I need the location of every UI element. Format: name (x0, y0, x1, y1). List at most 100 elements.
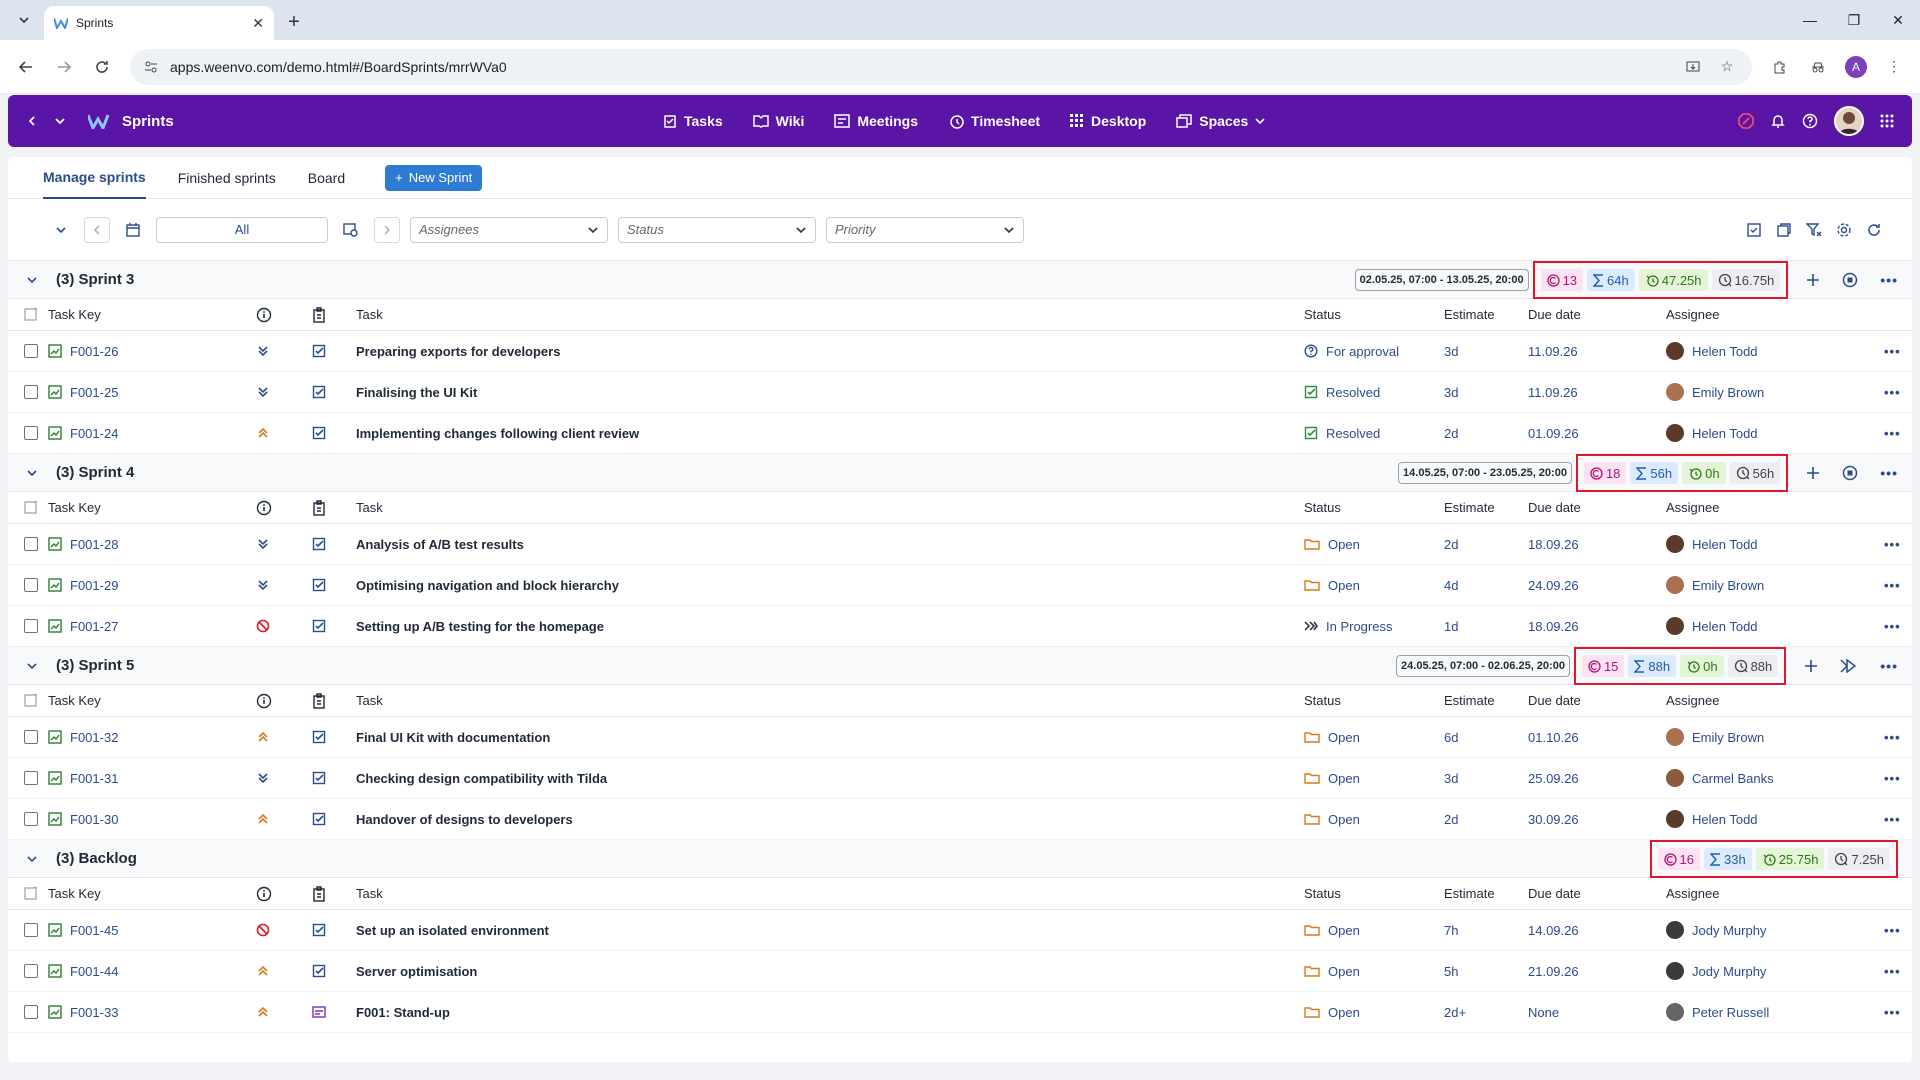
task-status[interactable]: Resolved (1304, 385, 1380, 400)
collapse-chevron-icon[interactable] (26, 467, 46, 479)
table-row[interactable]: F001-33 F001: Stand-up Open 2d+ None Peter Ru… (8, 992, 1912, 1033)
start-sprint-icon[interactable] (1840, 659, 1858, 673)
task-title[interactable]: Optimising navigation and block hierarch… (356, 578, 619, 593)
task-key-link[interactable]: F001-31 (70, 771, 118, 786)
profile-avatar[interactable]: A (1840, 51, 1872, 83)
task-key-link[interactable]: F001-33 (70, 1005, 118, 1020)
add-task-plus-icon[interactable] (1806, 273, 1820, 287)
task-status[interactable]: Open (1304, 537, 1360, 552)
task-status[interactable]: In Progress (1304, 619, 1392, 634)
table-row[interactable]: F001-32 Final UI Kit with documentation Op… (8, 717, 1912, 758)
gear-icon[interactable] (1836, 222, 1852, 238)
task-key[interactable]: F001-24 (48, 426, 118, 441)
task-key[interactable]: F001-31 (48, 771, 118, 786)
collapse-chevron-icon[interactable] (26, 853, 46, 865)
check-all-icon[interactable] (1746, 222, 1762, 238)
select-all-checkbox[interactable] (24, 307, 38, 322)
task-key[interactable]: F001-25 (48, 385, 118, 400)
table-row[interactable]: F001-44 Server optimisation Open 5h 21.09.26… (8, 951, 1912, 992)
task-title[interactable]: F001: Stand-up (356, 1005, 450, 1020)
table-row[interactable]: F001-27 Setting up A/B testing for the ho… (8, 606, 1912, 647)
table-row[interactable]: F001-45 Set up an isolated environment Ope… (8, 910, 1912, 951)
task-assignee[interactable]: Helen Todd (1666, 342, 1758, 360)
clear-filter-icon[interactable] (1806, 222, 1822, 238)
tab-board[interactable]: Board (308, 157, 345, 199)
task-key-link[interactable]: F001-30 (70, 812, 118, 827)
task-due-date[interactable]: 30.09.26 (1528, 812, 1579, 827)
nav-desktop[interactable]: Desktop (1070, 113, 1146, 129)
apps-grid-icon[interactable] (1880, 114, 1894, 128)
task-status[interactable]: Open (1304, 578, 1360, 593)
row-checkbox[interactable] (24, 426, 38, 440)
row-checkbox[interactable] (24, 537, 38, 551)
task-due-date[interactable]: 25.09.26 (1528, 771, 1579, 786)
task-estimate[interactable]: 4d (1444, 578, 1458, 593)
row-checkbox[interactable] (24, 385, 38, 399)
select-all-checkbox[interactable] (24, 886, 38, 901)
table-row[interactable]: F001-29 Optimising navigation and block h… (8, 565, 1912, 606)
new-tab-button[interactable]: + (280, 8, 308, 36)
task-title[interactable]: Final UI Kit with documentation (356, 730, 550, 745)
row-more-icon[interactable]: ••• (1884, 619, 1901, 634)
task-key[interactable]: F001-30 (48, 812, 118, 827)
extensions-icon[interactable] (1764, 51, 1796, 83)
task-estimate[interactable]: 3d (1444, 344, 1458, 359)
task-status[interactable]: Open (1304, 771, 1360, 786)
browser-menu-icon[interactable]: ⋮ (1878, 51, 1910, 83)
task-key-link[interactable]: F001-32 (70, 730, 118, 745)
row-more-icon[interactable]: ••• (1884, 344, 1901, 359)
table-row[interactable]: F001-25 Finalising the UI Kit Resolved 3d 11… (8, 372, 1912, 413)
nav-meetings[interactable]: Meetings (834, 113, 918, 129)
task-assignee[interactable]: Jody Murphy (1666, 921, 1766, 939)
prev-period-button[interactable] (84, 216, 110, 243)
task-due-date[interactable]: 21.09.26 (1528, 964, 1579, 979)
row-checkbox[interactable] (24, 1005, 38, 1019)
tab-finished-sprints[interactable]: Finished sprints (178, 157, 276, 199)
task-key[interactable]: F001-32 (48, 730, 118, 745)
task-key[interactable]: F001-33 (48, 1005, 118, 1020)
task-title[interactable]: Server optimisation (356, 964, 477, 979)
nav-timesheet[interactable]: Timesheet (948, 113, 1040, 129)
user-avatar[interactable] (1834, 106, 1864, 136)
task-assignee[interactable]: Helen Todd (1666, 617, 1758, 635)
restore-icon[interactable]: ❐ (1832, 0, 1876, 40)
task-key[interactable]: F001-29 (48, 578, 118, 593)
task-title[interactable]: Handover of designs to developers (356, 812, 573, 827)
install-icon[interactable] (1682, 56, 1704, 78)
task-assignee[interactable]: Helen Todd (1666, 535, 1758, 553)
stop-sprint-icon[interactable] (1842, 465, 1858, 481)
task-status[interactable]: Open (1304, 730, 1360, 745)
next-period-button[interactable] (374, 216, 400, 243)
row-more-icon[interactable]: ••• (1884, 730, 1901, 745)
task-due-date[interactable]: 24.09.26 (1528, 578, 1579, 593)
task-due-date[interactable]: 11.09.26 (1528, 385, 1578, 400)
task-status[interactable]: For approval (1304, 344, 1399, 359)
omnibox[interactable]: apps.weenvo.com/demo.html#/BoardSprints/… (130, 48, 1752, 85)
table-row[interactable]: F001-24 Implementing changes following cl… (8, 413, 1912, 454)
task-estimate[interactable]: 7h (1444, 923, 1458, 938)
tab-manage-sprints[interactable]: Manage sprints (43, 157, 146, 199)
task-estimate[interactable]: 3d (1444, 385, 1458, 400)
nav-spaces[interactable]: Spaces (1176, 113, 1265, 129)
task-key-link[interactable]: F001-29 (70, 578, 118, 593)
task-estimate[interactable]: 1d (1444, 619, 1458, 634)
app-logo[interactable]: Sprints (88, 113, 174, 130)
task-due-date[interactable]: 18.09.26 (1528, 619, 1579, 634)
task-status[interactable]: Open (1304, 812, 1360, 827)
calendar-search-icon[interactable] (338, 217, 364, 243)
bell-icon[interactable] (1770, 113, 1786, 129)
url-text[interactable]: apps.weenvo.com/demo.html#/BoardSprints/… (170, 59, 507, 75)
task-assignee[interactable]: Peter Russell (1666, 1003, 1769, 1021)
task-key-link[interactable]: F001-24 (70, 426, 118, 441)
task-estimate[interactable]: 6d (1444, 730, 1458, 745)
new-sprint-button[interactable]: + New Sprint (385, 164, 483, 191)
task-title[interactable]: Setting up A/B testing for the homepage (356, 619, 604, 634)
task-status[interactable]: Open (1304, 964, 1360, 979)
date-range-field[interactable]: All (156, 216, 328, 243)
task-status[interactable]: Open (1304, 1005, 1360, 1020)
task-estimate[interactable]: 2d+ (1444, 1005, 1466, 1020)
task-due-date[interactable]: 11.09.26 (1528, 344, 1578, 359)
task-key[interactable]: F001-28 (48, 537, 118, 552)
site-info-icon[interactable] (144, 60, 158, 74)
sprint-more-icon[interactable]: ••• (1880, 465, 1898, 481)
